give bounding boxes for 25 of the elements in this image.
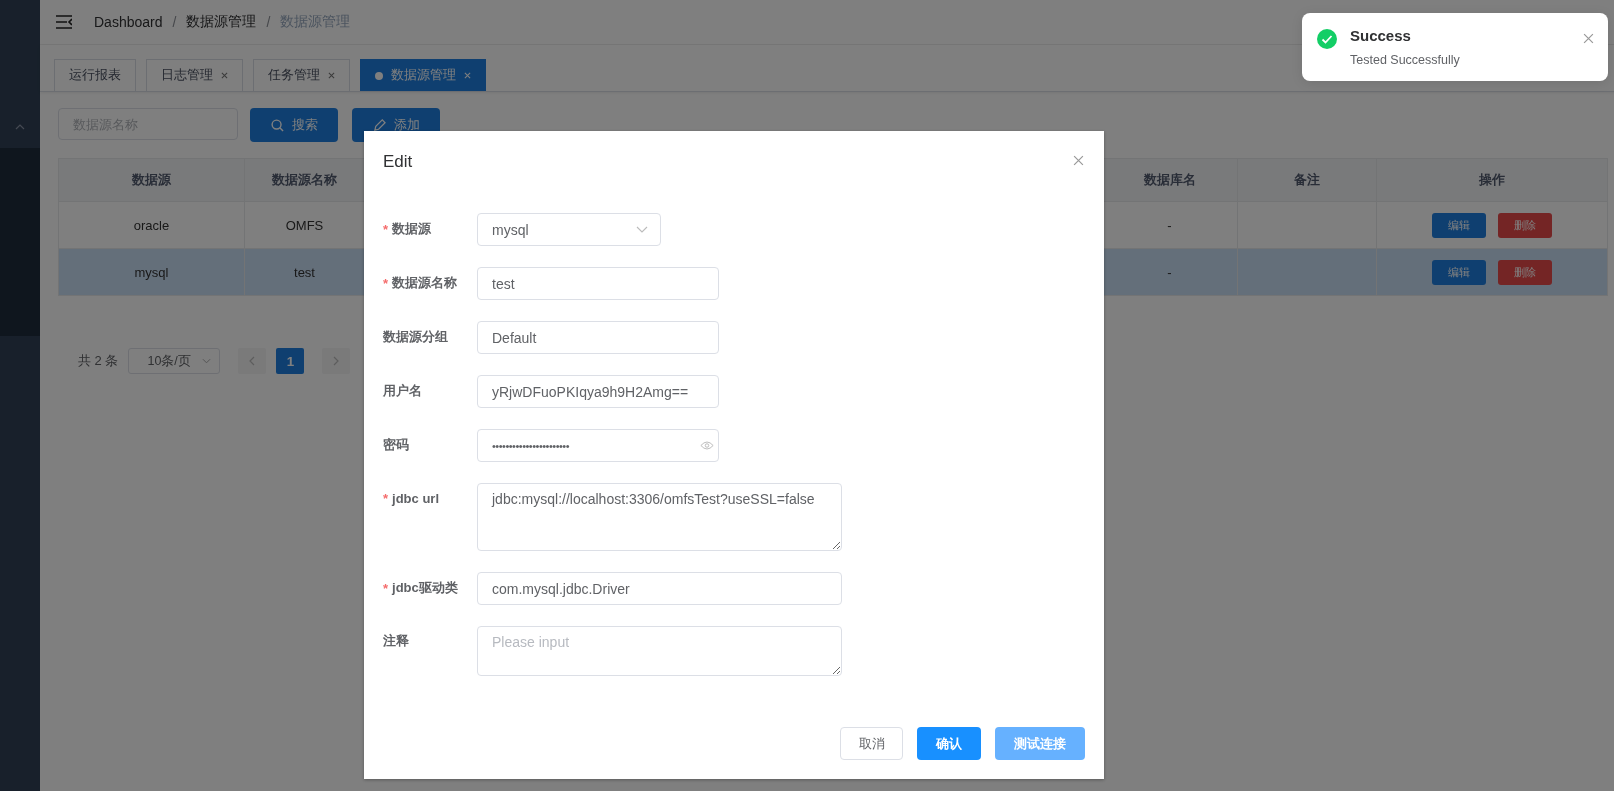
field-label: 用户名 [383, 382, 422, 400]
field-label: 注释 [383, 632, 409, 650]
table-cell: mysql [134, 264, 169, 280]
field-label: jdbc url [392, 490, 439, 506]
table-cell: OMFS [285, 217, 324, 233]
field-label: jdbc驱动类 [392, 579, 458, 597]
breadcrumb-separator: / [172, 14, 177, 30]
field-label: 数据源 [392, 220, 432, 238]
field-label: 数据源分组 [383, 328, 448, 346]
table-cell: oracle [133, 217, 170, 233]
notification-message: Tested Successfully [1350, 53, 1461, 67]
breadcrumb-separator: / [266, 14, 271, 30]
required-asterisk: * [383, 275, 389, 291]
total-count: 共 2 条 [78, 352, 119, 370]
required-asterisk: * [383, 221, 389, 237]
table-cell: - [1167, 264, 1172, 280]
table-cell: - [1167, 217, 1172, 233]
required-asterisk: * [383, 580, 389, 596]
field-label: 数据源名称 [392, 274, 458, 292]
dialog-title: Edit [383, 152, 413, 172]
field-label: 密码 [383, 436, 409, 454]
notification-title: Success [1350, 27, 1412, 44]
table-cell: test [294, 264, 315, 280]
required-asterisk: * [383, 490, 389, 506]
column-header: 操作 [1478, 171, 1506, 189]
